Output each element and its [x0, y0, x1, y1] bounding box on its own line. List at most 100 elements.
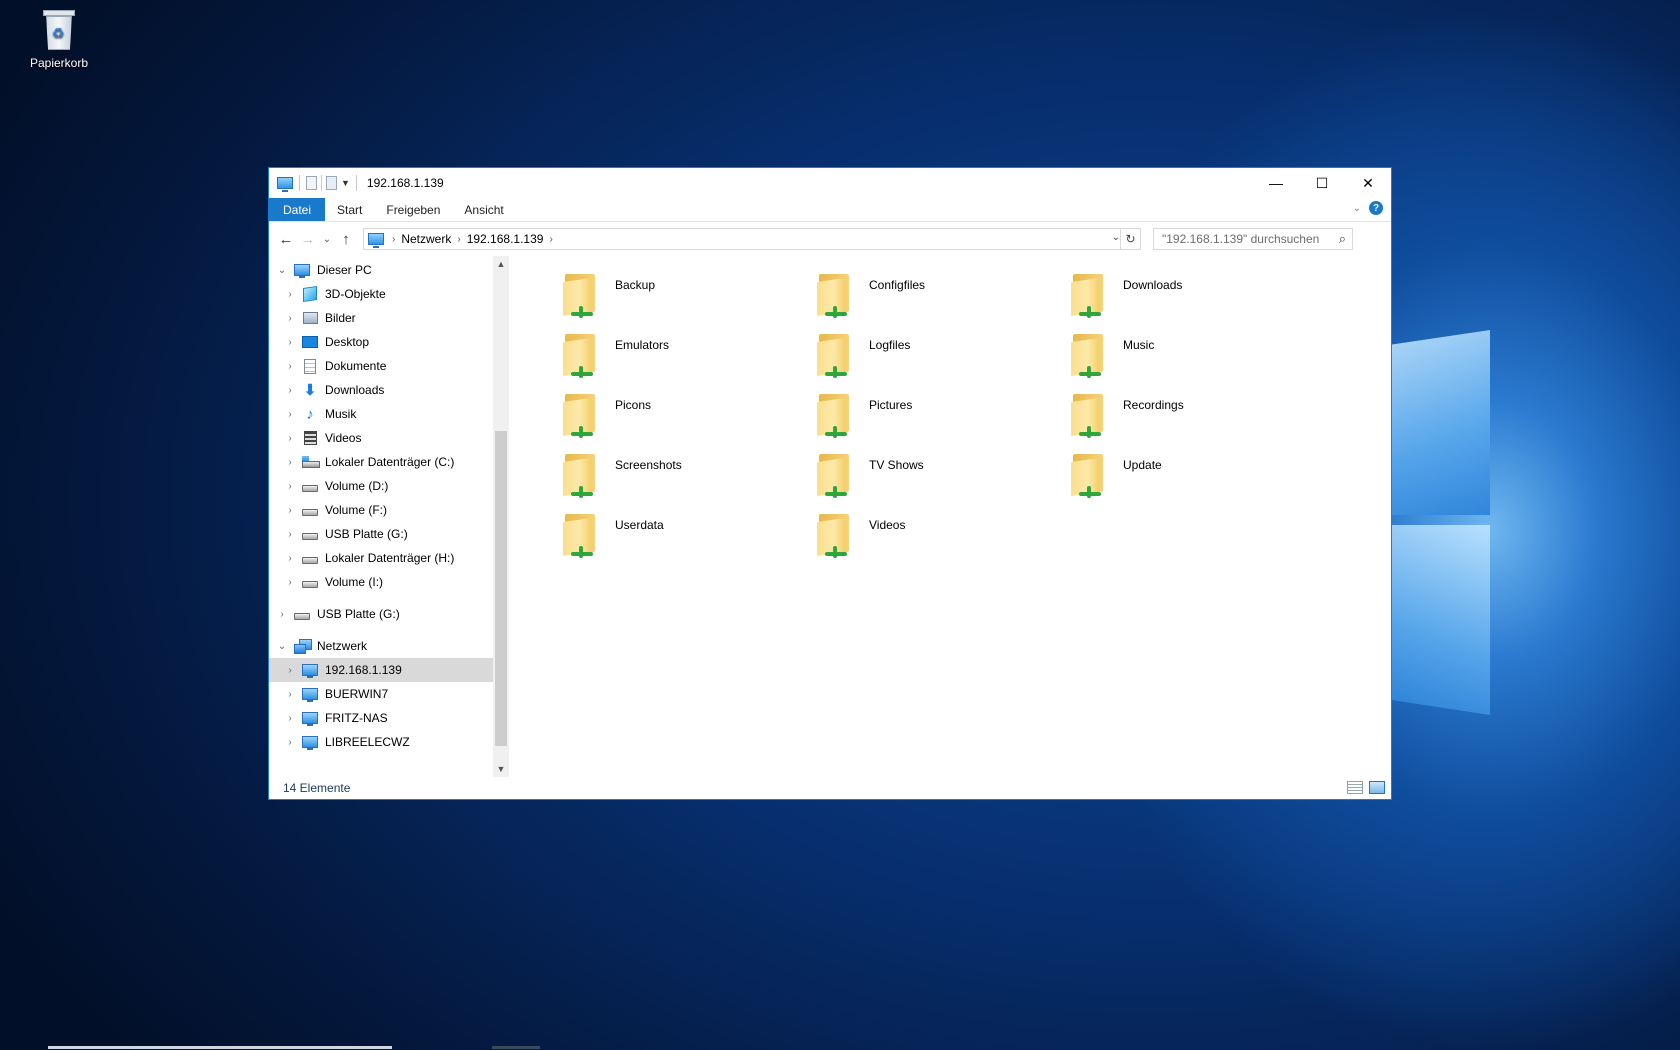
- recent-locations-chevron-icon[interactable]: ⌄: [319, 228, 335, 250]
- chevron-right-icon[interactable]: ›: [283, 433, 297, 444]
- chevron-down-icon[interactable]: ⌄: [275, 641, 289, 652]
- windows-logo-wallpaper: [1390, 330, 1500, 730]
- tab-ansicht[interactable]: Ansicht: [452, 198, 515, 221]
- tree-item-drive-f[interactable]: › Volume (F:): [269, 498, 493, 522]
- chevron-right-icon[interactable]: ›: [283, 313, 297, 324]
- large-icons-view-icon[interactable]: [1369, 781, 1385, 794]
- folder-item[interactable]: Music: [1069, 328, 1323, 388]
- tab-freigeben[interactable]: Freigeben: [374, 198, 452, 221]
- chevron-right-icon[interactable]: ›: [283, 481, 297, 492]
- tree-item-dokumente[interactable]: › Dokumente: [269, 354, 493, 378]
- breadcrumb-ip[interactable]: 192.168.1.139: [467, 232, 544, 246]
- chevron-right-icon[interactable]: ›: [283, 737, 297, 748]
- scrollbar-thumb[interactable]: [495, 431, 507, 746]
- tree-item-this-pc[interactable]: ⌄ Dieser PC: [269, 258, 493, 282]
- desktop-recycle-bin[interactable]: ♻ Papierkorb: [24, 8, 94, 70]
- chevron-right-icon[interactable]: ›: [283, 385, 297, 396]
- chevron-right-icon[interactable]: ›: [283, 665, 297, 676]
- folder-item[interactable]: Emulators: [561, 328, 815, 388]
- maximize-button[interactable]: ☐: [1299, 168, 1345, 198]
- tree-item-drive-i[interactable]: › Volume (I:): [269, 570, 493, 594]
- tree-item-3d-objekte[interactable]: › 3D-Objekte: [269, 282, 493, 306]
- tab-datei[interactable]: Datei: [269, 198, 326, 221]
- chevron-right-icon[interactable]: ›: [549, 234, 552, 245]
- tree-label: Lokaler Datenträger (H:): [325, 551, 455, 565]
- chevron-right-icon[interactable]: ›: [283, 689, 297, 700]
- back-button[interactable]: ←: [275, 228, 297, 250]
- tree-item-buerwin7[interactable]: › BUERWIN7: [269, 682, 493, 706]
- folder-item[interactable]: Configfiles: [815, 268, 1069, 328]
- tree-label: 3D-Objekte: [325, 287, 386, 301]
- minimize-button[interactable]: —: [1253, 168, 1299, 198]
- up-button[interactable]: ↑: [335, 228, 357, 250]
- scroll-down-icon[interactable]: ▼: [493, 761, 509, 777]
- folder-item[interactable]: Recordings: [1069, 388, 1323, 448]
- close-button[interactable]: ✕: [1345, 168, 1391, 198]
- file-explorer-window: ▼ 192.168.1.139 — ☐ ✕ Datei Start Freige…: [268, 167, 1392, 800]
- address-dropdown-icon[interactable]: ⌄: [1112, 232, 1120, 243]
- tree-item-desktop[interactable]: › Desktop: [269, 330, 493, 354]
- tree-item-downloads[interactable]: › ⬇ Downloads: [269, 378, 493, 402]
- folder-item[interactable]: Logfiles: [815, 328, 1069, 388]
- nav-pane-scrollbar[interactable]: ▲ ▼: [493, 256, 509, 777]
- folder-item[interactable]: Screenshots: [561, 448, 815, 508]
- folder-item[interactable]: Userdata: [561, 508, 815, 568]
- chevron-right-icon[interactable]: ›: [283, 713, 297, 724]
- tree-item-usb-platte[interactable]: › USB Platte (G:): [269, 602, 493, 626]
- folder-item[interactable]: Backup: [561, 268, 815, 328]
- chevron-right-icon[interactable]: ›: [283, 553, 297, 564]
- refresh-icon[interactable]: ↻: [1120, 229, 1140, 249]
- tree-item-libreelecwz[interactable]: › LIBREELECWZ: [269, 730, 493, 754]
- chevron-right-icon[interactable]: ›: [283, 361, 297, 372]
- folder-item[interactable]: TV Shows: [815, 448, 1069, 508]
- tree-item-drive-g[interactable]: › USB Platte (G:): [269, 522, 493, 546]
- details-view-icon[interactable]: [1347, 781, 1363, 794]
- scroll-up-icon[interactable]: ▲: [493, 256, 509, 272]
- tree-item-netzwerk[interactable]: ⌄ Netzwerk: [269, 634, 493, 658]
- folder-item[interactable]: Update: [1069, 448, 1323, 508]
- chevron-right-icon[interactable]: ›: [283, 529, 297, 540]
- chevron-right-icon[interactable]: ›: [275, 609, 289, 620]
- forward-button[interactable]: →: [297, 228, 319, 250]
- film-strip-icon: [303, 431, 317, 445]
- help-icon[interactable]: ?: [1369, 201, 1383, 215]
- folder-item[interactable]: Videos: [815, 508, 1069, 568]
- tree-item-drive-h[interactable]: › Lokaler Datenträger (H:): [269, 546, 493, 570]
- quick-access-toolbar: ▼: [269, 175, 363, 192]
- tree-item-videos[interactable]: › Videos: [269, 426, 493, 450]
- address-bar[interactable]: › Netzwerk › 192.168.1.139 › ⌄ ↻: [363, 228, 1141, 250]
- folder-name: Userdata: [615, 518, 664, 532]
- tree-item-192-168-1-139[interactable]: › 192.168.1.139: [269, 658, 493, 682]
- recycle-bin-label: Papierkorb: [29, 56, 89, 70]
- chevron-right-icon[interactable]: ›: [283, 409, 297, 420]
- new-folder-icon[interactable]: [326, 176, 337, 190]
- tree-item-musik[interactable]: › ♪ Musik: [269, 402, 493, 426]
- usb-drive-icon: [302, 532, 318, 540]
- chevron-right-icon[interactable]: ›: [283, 457, 297, 468]
- folder-item[interactable]: Downloads: [1069, 268, 1323, 328]
- chevron-right-icon[interactable]: ›: [392, 234, 395, 245]
- tree-label: Bilder: [325, 311, 356, 325]
- folder-item[interactable]: Pictures: [815, 388, 1069, 448]
- computer-icon: [302, 712, 318, 726]
- tree-item-drive-c[interactable]: › Lokaler Datenträger (C:): [269, 450, 493, 474]
- properties-icon[interactable]: [306, 176, 317, 190]
- network-folder-icon: [815, 450, 855, 500]
- computer-icon: [302, 664, 318, 678]
- chevron-down-icon[interactable]: ⌄: [275, 265, 289, 276]
- search-input[interactable]: "192.168.1.139" durchsuchen ⌕: [1153, 228, 1353, 250]
- customize-toolbar-chevron-icon[interactable]: ▼: [341, 178, 350, 188]
- chevron-right-icon[interactable]: ›: [283, 337, 297, 348]
- folder-name: Picons: [615, 398, 652, 412]
- chevron-right-icon[interactable]: ›: [457, 234, 460, 245]
- tab-start[interactable]: Start: [325, 198, 374, 221]
- tree-item-fritz-nas[interactable]: › FRITZ-NAS: [269, 706, 493, 730]
- folder-item[interactable]: Picons: [561, 388, 815, 448]
- expand-ribbon-chevron-icon[interactable]: ⌄: [1353, 203, 1361, 214]
- chevron-right-icon[interactable]: ›: [283, 577, 297, 588]
- tree-item-bilder[interactable]: › Bilder: [269, 306, 493, 330]
- tree-item-drive-d[interactable]: › Volume (D:): [269, 474, 493, 498]
- chevron-right-icon[interactable]: ›: [283, 289, 297, 300]
- chevron-right-icon[interactable]: ›: [283, 505, 297, 516]
- breadcrumb-netzwerk[interactable]: Netzwerk: [401, 232, 451, 246]
